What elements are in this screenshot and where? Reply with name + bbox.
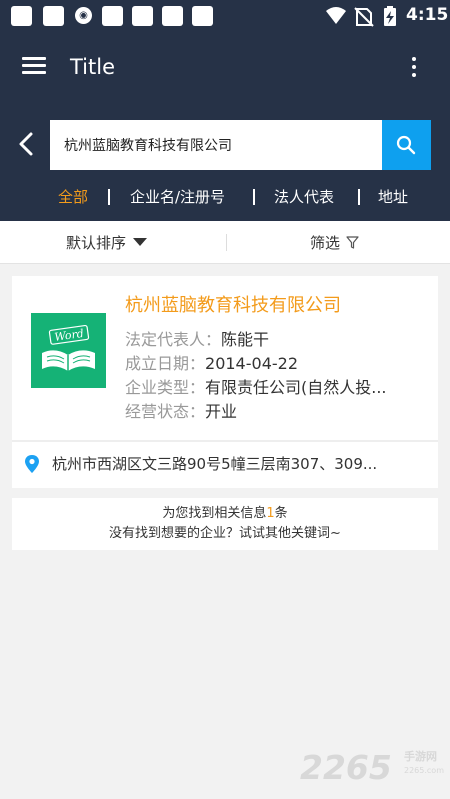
status-icons	[324, 5, 404, 27]
search-input[interactable]	[50, 120, 382, 170]
company-name: 杭州蓝脑教育科技有限公司	[125, 295, 341, 316]
notification-square-icon	[192, 6, 213, 26]
info-row-founded-date: 成立日期：2014-04-22	[125, 352, 425, 376]
location-pin-icon	[25, 455, 39, 473]
search-button[interactable]	[382, 120, 431, 170]
sort-dropdown[interactable]: 默认排序	[66, 231, 148, 255]
menu-icon[interactable]	[22, 55, 48, 77]
filter-label: 筛选	[310, 234, 341, 252]
info-row-business-status: 经营状态：开业	[125, 400, 425, 424]
sort-divider	[226, 234, 227, 251]
company-result-card[interactable]: Word 杭州蓝脑教育科技有限公司 法定代表人：陈能干 成立日期：2014-04…	[12, 276, 438, 488]
watermark-number: 2265	[300, 748, 392, 787]
info-label: 经营状态：	[125, 402, 206, 421]
info-value: 2014-04-22	[205, 354, 298, 373]
address-row: 杭州市西湖区文三路90号5幢三层南307、309...	[24, 452, 434, 476]
company-address: 杭州市西湖区文三路90号5幢三层南307、309...	[52, 455, 378, 473]
no-sim-icon	[354, 7, 374, 27]
tab-all[interactable]: 全部	[58, 186, 88, 208]
app-title: Title	[70, 55, 116, 79]
notification-square-icon	[102, 6, 123, 26]
search-icon	[396, 135, 416, 155]
sort-label: 默认排序	[66, 234, 127, 252]
card-divider	[12, 440, 438, 442]
watermark-cn: 手游网	[404, 750, 437, 763]
tab-legal-rep[interactable]: 法人代表	[274, 186, 334, 208]
watermark-url: 2265.com	[404, 766, 444, 775]
count-prefix: 为您找到相关信息	[162, 506, 267, 521]
info-value: 有限责任公司(自然人投...	[205, 378, 387, 397]
info-row-legal-rep: 法定代表人：陈能干	[125, 328, 425, 352]
wifi-icon	[326, 7, 346, 24]
funnel-icon	[346, 236, 359, 249]
app-bar: Title	[0, 31, 450, 103]
result-count: 1	[266, 506, 275, 521]
notification-square-icon	[132, 6, 153, 26]
info-label: 企业类型：	[125, 378, 206, 397]
status-time: 4:15	[406, 5, 449, 25]
search-hint: 没有找到想要的企业？试试其他关键词~	[109, 526, 341, 541]
result-summary: 为您找到相关信息1条 没有找到想要的企业？试试其他关键词~	[12, 498, 438, 550]
info-label: 成立日期：	[125, 354, 206, 373]
company-logo: Word	[31, 313, 106, 388]
logo-text: Word	[54, 327, 85, 344]
info-value: 开业	[205, 402, 238, 421]
info-label: 法定代表人：	[125, 330, 222, 349]
notification-square-icon	[162, 6, 183, 26]
sort-bar: 默认排序 筛选	[0, 221, 450, 264]
notification-square-icon	[43, 6, 64, 26]
search-band: 全部 企业名/注册号 法人代表 地址	[0, 103, 450, 221]
tab-divider	[358, 189, 360, 205]
vpn-badge-icon: ◉	[75, 7, 92, 24]
triangle-down-icon	[133, 238, 148, 246]
notification-square-icon	[11, 6, 32, 26]
filter-tabs: 全部 企业名/注册号 法人代表 地址	[0, 183, 450, 213]
count-suffix: 条	[274, 506, 288, 521]
tab-company-name[interactable]: 企业名/注册号	[130, 186, 225, 208]
tab-divider	[108, 189, 110, 205]
filter-button[interactable]: 筛选	[310, 231, 359, 255]
status-bar: ◉ 4:15	[0, 0, 450, 31]
tab-address[interactable]: 地址	[378, 186, 408, 208]
info-value: 陈能干	[221, 330, 270, 349]
battery-charging-icon	[384, 6, 396, 26]
tab-divider	[253, 189, 255, 205]
back-arrow-icon[interactable]	[14, 129, 38, 159]
info-row-company-type: 企业类型：有限责任公司(自然人投...	[125, 376, 425, 400]
result-count-line: 为您找到相关信息1条	[12, 504, 438, 524]
more-vert-icon[interactable]	[404, 55, 424, 81]
